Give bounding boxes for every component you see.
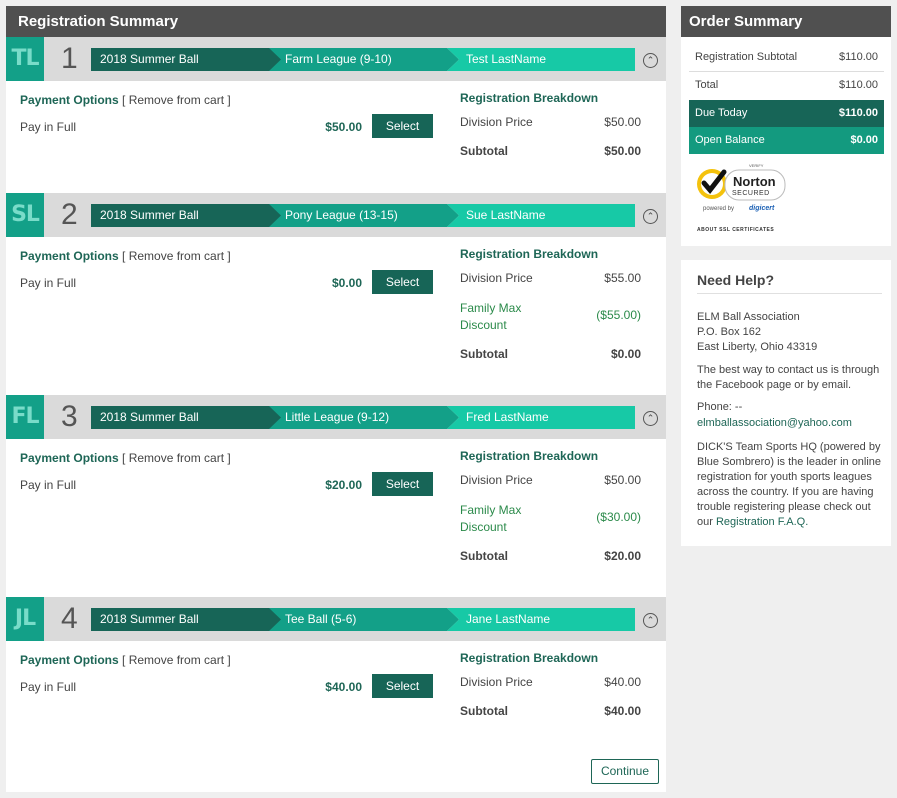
registration-breadcrumb: 2018 Summer Ball Little League (9-12) Fred… <box>91 406 635 429</box>
registration-item: FL 3 2018 Summer Ball Little League (9-12) F… <box>6 395 666 597</box>
collapse-chevron-up-icon[interactable]: ⌃ <box>643 613 658 628</box>
help-email-link[interactable]: elmballassociation@yahoo.com <box>697 416 883 431</box>
select-button[interactable]: Select <box>372 114 433 138</box>
pay-in-full-label: Pay in Full <box>20 680 77 694</box>
collapse-chevron-up-icon[interactable]: ⌃ <box>643 411 658 426</box>
norton-powered-by-text: powered by <box>703 206 734 212</box>
breadcrumb-player: Fred LastName <box>466 410 549 424</box>
payment-options-heading: Payment Options [ Remove from cart ] <box>20 249 231 263</box>
breadcrumb-season: 2018 Summer Ball <box>100 208 199 222</box>
registration-summary-title: Registration Summary <box>6 6 666 37</box>
registration-item: SL 2 2018 Summer Ball Pony League (13-15) Su… <box>6 193 666 395</box>
pay-in-full-price: $0.00 <box>331 276 362 290</box>
registration-number: 2 <box>61 198 78 231</box>
payment-options-heading: Payment Options [ Remove from cart ] <box>20 93 231 107</box>
os-row-registration-subtotal: Registration Subtotal $110.00 <box>695 51 878 63</box>
collapse-chevron-up-icon[interactable]: ⌃ <box>643 209 658 224</box>
need-help-title: Need Help? <box>697 272 775 288</box>
pay-in-full-label: Pay in Full <box>20 120 77 134</box>
player-initials-badge: JL <box>6 597 44 641</box>
breadcrumb-player: Sue LastName <box>466 208 546 222</box>
registration-header: FL 3 2018 Summer Ball Little League (9-12) F… <box>6 395 666 439</box>
player-initials-badge: FL <box>6 395 44 439</box>
remove-from-cart-link[interactable]: [ Remove from cart ] <box>122 249 231 263</box>
registration-header: TL 1 2018 Summer Ball Farm League (9-10) Tes… <box>6 37 666 81</box>
pay-in-full-label: Pay in Full <box>20 478 77 492</box>
continue-button[interactable]: Continue <box>591 759 659 784</box>
breadcrumb-league: Tee Ball (5-6) <box>285 612 357 626</box>
breadcrumb-season: 2018 Summer Ball <box>100 52 199 66</box>
collapse-chevron-up-icon[interactable]: ⌃ <box>643 53 658 68</box>
breadcrumb-season: 2018 Summer Ball <box>100 410 199 424</box>
pay-in-full-label: Pay in Full <box>20 276 77 290</box>
registration-breakdown-title: Registration Breakdown <box>460 651 599 665</box>
registration-breakdown-title: Registration Breakdown <box>460 91 599 105</box>
registration-number: 1 <box>61 42 78 75</box>
registration-number: 4 <box>61 602 78 635</box>
breadcrumb-season: 2018 Summer Ball <box>100 612 199 626</box>
select-button[interactable]: Select <box>372 270 433 294</box>
registration-body: Payment Options [ Remove from cart ] Pay … <box>20 449 641 563</box>
player-initials-badge: SL <box>6 193 44 237</box>
breadcrumb-player: Test LastName <box>466 52 547 66</box>
registration-header: SL 2 2018 Summer Ball Pony League (13-15) Su… <box>6 193 666 237</box>
os-row-open-balance: Open Balance $0.00 <box>689 127 884 154</box>
divider <box>697 293 882 294</box>
registration-body: Payment Options [ Remove from cart ] Pay … <box>20 651 641 718</box>
about-ssl-link[interactable]: ABOUT SSL CERTIFICATES <box>697 227 774 233</box>
registration-summary-panel: Registration Summary TL 1 2018 Summer Ball… <box>6 6 666 792</box>
os-row-total: Total $110.00 <box>695 79 878 91</box>
help-phone: Phone: -- <box>697 401 743 413</box>
registration-header: JL 4 2018 Summer Ball Tee Ball (5-6) Jane La… <box>6 597 666 641</box>
need-help-panel: Need Help? ELM Ball Association P.O. Box… <box>681 260 891 546</box>
norton-secured-seal[interactable]: VERIFY Norton SECURED powered by digicer… <box>695 162 790 218</box>
order-summary-title: Order Summary <box>681 6 891 37</box>
remove-from-cart-link[interactable]: [ Remove from cart ] <box>122 653 231 667</box>
help-about-text: DICK'S Team Sports HQ (powered by Blue S… <box>697 441 882 528</box>
pay-in-full-price: $40.00 <box>325 680 362 694</box>
order-summary-panel: Order Summary Registration Subtotal $110… <box>681 6 891 246</box>
registration-breadcrumb: 2018 Summer Ball Pony League (13-15) Sue L… <box>91 204 635 227</box>
registration-item: TL 1 2018 Summer Ball Farm League (9-10) Tes… <box>6 37 666 192</box>
digicert-text: digicert <box>749 205 775 212</box>
remove-from-cart-link[interactable]: [ Remove from cart ] <box>122 93 231 107</box>
breadcrumb-league: Farm League (9-10) <box>285 52 392 66</box>
help-contact-text: The best way to contact us is through th… <box>697 364 880 391</box>
remove-from-cart-link[interactable]: [ Remove from cart ] <box>122 451 231 465</box>
pay-in-full-price: $50.00 <box>325 120 362 134</box>
faq-link[interactable]: Registration F.A.Q. <box>716 516 808 528</box>
registration-number: 3 <box>61 400 78 433</box>
registration-breakdown-title: Registration Breakdown <box>460 247 599 261</box>
pay-in-full-price: $20.00 <box>325 478 362 492</box>
player-initials-badge: TL <box>6 37 44 81</box>
registration-breakdown-title: Registration Breakdown <box>460 449 599 463</box>
os-row-due-today: Due Today $110.00 <box>689 100 884 127</box>
norton-secured-text: SECURED <box>732 190 770 197</box>
registration-body: Payment Options [ Remove from cart ] Pay … <box>20 91 641 158</box>
select-button[interactable]: Select <box>372 472 433 496</box>
registration-item: JL 4 2018 Summer Ball Tee Ball (5-6) Jane La… <box>6 597 666 752</box>
registration-breadcrumb: 2018 Summer Ball Farm League (9-10) Test L… <box>91 48 635 71</box>
payment-options-heading: Payment Options [ Remove from cart ] <box>20 653 231 667</box>
norton-verify-text: VERIFY <box>749 163 764 168</box>
registration-breadcrumb: 2018 Summer Ball Tee Ball (5-6) Jane LastN… <box>91 608 635 631</box>
breadcrumb-player: Jane LastName <box>466 612 551 626</box>
norton-brand-text: Norton <box>733 174 776 189</box>
breadcrumb-league: Little League (9-12) <box>285 410 390 424</box>
payment-options-heading: Payment Options [ Remove from cart ] <box>20 451 231 465</box>
help-address: ELM Ball Association P.O. Box 162 East L… <box>697 311 818 353</box>
registration-body: Payment Options [ Remove from cart ] Pay … <box>20 247 641 361</box>
breadcrumb-league: Pony League (13-15) <box>285 208 398 222</box>
select-button[interactable]: Select <box>372 674 433 698</box>
